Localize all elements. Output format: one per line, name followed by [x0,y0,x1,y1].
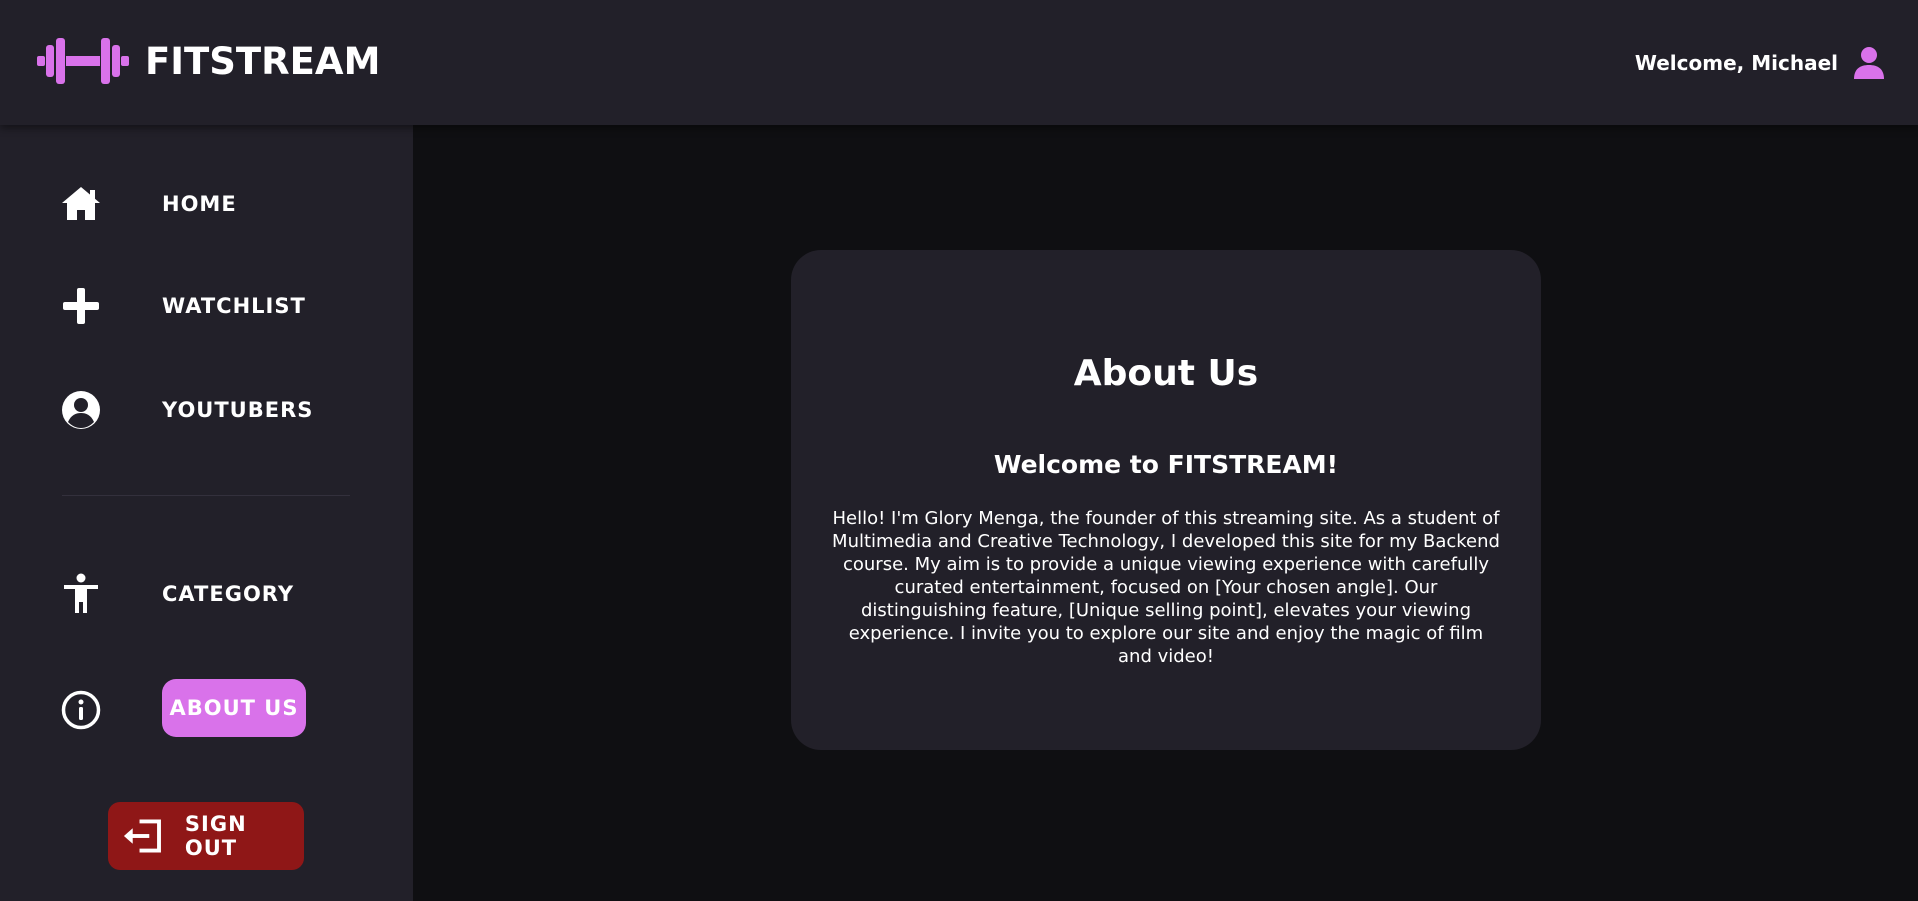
sidebar-item-label: CATEGORY [162,582,295,606]
user-icon [1854,47,1884,79]
sidebar: HOME WATCHLIST YOUTUBERS CATEGORY ABOUT … [0,125,413,901]
about-description: Hello! I'm Glory Menga, the founder of t… [832,508,1500,667]
sign-out-button[interactable]: SIGN OUT [108,802,304,870]
sidebar-divider [62,495,350,496]
sign-out-icon [123,819,161,853]
welcome-heading: Welcome to FITSTREAM! [993,450,1339,479]
sidebar-item-label: HOME [162,192,237,216]
brand-logo[interactable]: FITSTREAM [37,36,380,86]
welcome-text: Welcome, Michael [1634,51,1838,75]
top-header: FITSTREAM Welcome, Michael [0,0,1918,125]
sidebar-item-label: ABOUT US [169,696,299,720]
user-menu[interactable]: Welcome, Michael [1635,46,1886,80]
dumbbell-icon [37,38,129,84]
sidebar-item-label: WATCHLIST [162,294,306,318]
person-icon [64,573,98,613]
info-icon [61,690,101,730]
user-circle-icon [62,391,100,429]
brand-name: FITSTREAM [145,39,381,83]
active-nav-pill[interactable]: ABOUT US [162,679,306,737]
sidebar-item-watchlist[interactable]: WATCHLIST [60,285,305,327]
sidebar-item-label: YOUTUBERS [162,398,314,422]
sidebar-item-about-us[interactable]: ABOUT US [60,679,306,737]
sidebar-item-category[interactable]: CATEGORY [60,573,293,615]
about-card: About Us Welcome to FITSTREAM! Hello! I'… [791,250,1541,750]
sidebar-item-home[interactable]: HOME [60,183,236,225]
page-title: About Us [1073,353,1259,394]
plus-icon [63,288,99,324]
home-icon [62,187,100,220]
sign-out-label: SIGN OUT [184,812,247,860]
sidebar-item-youtubers[interactable]: YOUTUBERS [60,389,312,431]
